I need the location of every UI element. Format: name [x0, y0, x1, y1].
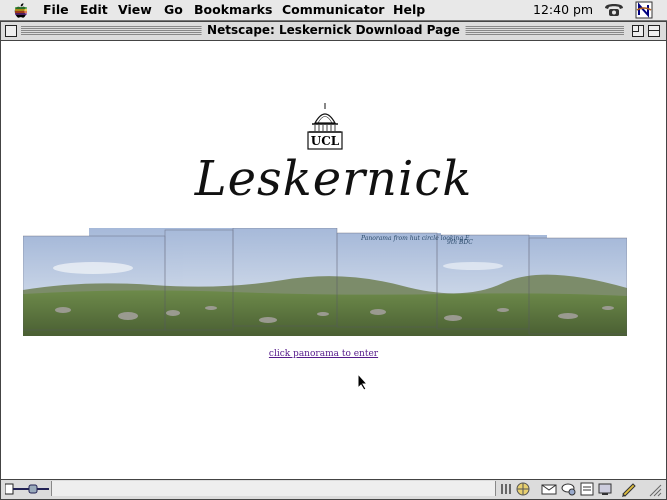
enter-panorama-link[interactable]: click panorama to enter [1, 349, 646, 359]
security-lock-icon[interactable] [5, 482, 51, 496]
window-titlebar[interactable]: Netscape: Leskernick Download Page [1, 22, 666, 41]
edit-pencil-icon[interactable] [621, 481, 637, 497]
menu-file[interactable]: File [43, 2, 69, 17]
menu-go[interactable]: Go [164, 2, 183, 17]
menu-communicator[interactable]: Communicator [282, 2, 384, 17]
navigator-icon[interactable] [515, 481, 531, 497]
status-text-field [51, 481, 496, 496]
menu-help[interactable]: Help [393, 2, 425, 17]
menubar-clock[interactable]: 12:40 pm [533, 2, 593, 17]
telephone-icon[interactable] [603, 2, 625, 18]
panorama-image[interactable]: Panorama from hut circle looking E 9th B… [23, 228, 627, 336]
window-title: Netscape: Leskernick Download Page [201, 23, 466, 37]
apple-menu-icon[interactable] [13, 2, 29, 18]
menu-view[interactable]: View [118, 2, 152, 17]
menu-bar: File Edit View Go Bookmarks Communicator… [0, 0, 667, 21]
resize-grip-icon[interactable] [646, 481, 662, 497]
page-title: Leskernick [194, 151, 473, 207]
netscape-application-icon[interactable] [635, 1, 653, 19]
panorama-photo-frames [23, 228, 627, 336]
status-bar [1, 479, 666, 499]
mail-icon[interactable] [541, 481, 557, 497]
browser-window: Netscape: Leskernick Download Page UCL L… [0, 21, 667, 500]
ucl-logo-text: UCL [310, 134, 340, 148]
panorama-note-date: 9th BDC [447, 239, 473, 246]
close-box-icon[interactable] [5, 25, 17, 37]
page-content: UCL Leskernick Panorama from hut circle … [1, 41, 666, 479]
zoom-box-icon[interactable] [632, 25, 644, 37]
mouse-pointer-icon [357, 373, 369, 391]
monitor-icon[interactable] [597, 481, 613, 497]
composer-icon[interactable] [579, 481, 595, 497]
menu-edit[interactable]: Edit [80, 2, 108, 17]
ucl-logo: UCL [303, 101, 347, 153]
discussion-icon[interactable] [561, 481, 577, 497]
menu-bookmarks[interactable]: Bookmarks [194, 2, 272, 17]
component-bar-icon[interactable] [498, 481, 514, 497]
collapse-box-icon[interactable] [648, 25, 660, 37]
